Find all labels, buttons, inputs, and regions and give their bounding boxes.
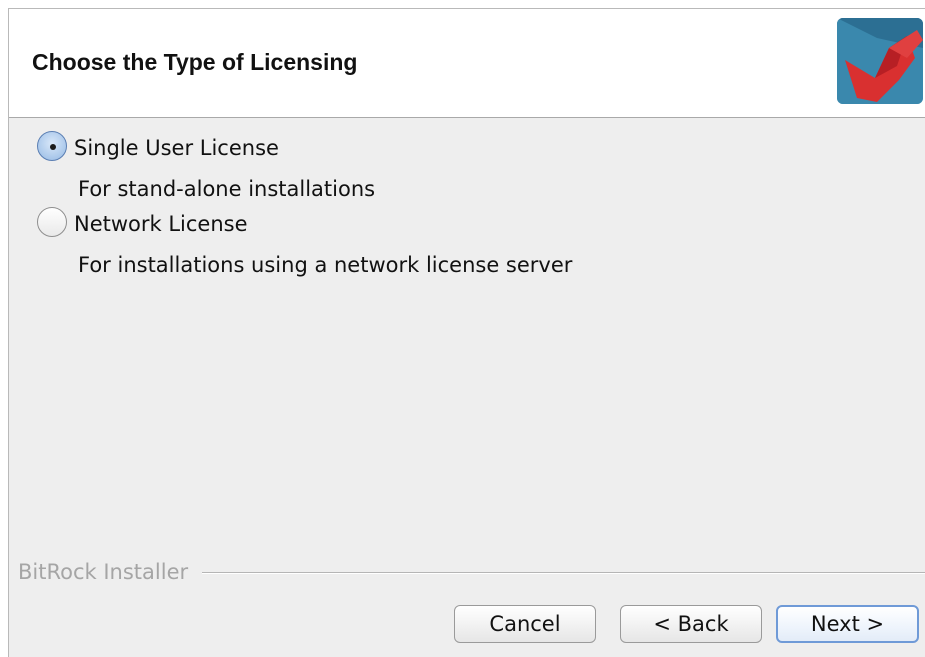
bitrock-logo-icon xyxy=(837,18,923,104)
network-radio[interactable] xyxy=(37,207,67,237)
next-button[interactable]: Next > xyxy=(776,605,919,643)
single-user-label[interactable]: Single User License xyxy=(74,136,279,160)
network-label[interactable]: Network License xyxy=(74,212,248,236)
page-title: Choose the Type of Licensing xyxy=(32,49,358,75)
cancel-button[interactable]: Cancel xyxy=(454,605,596,643)
option-network[interactable]: Network License xyxy=(37,203,437,241)
installer-brand-label: BitRock Installer xyxy=(18,560,189,584)
network-description: For installations using a network licens… xyxy=(78,253,573,277)
installer-window: Choose the Type of Licensing Single User… xyxy=(8,8,925,657)
header-panel: Choose the Type of Licensing xyxy=(9,9,925,118)
bitrock-logo-graphic xyxy=(837,18,923,104)
single-user-description: For stand-alone installations xyxy=(78,177,376,201)
back-button[interactable]: < Back xyxy=(620,605,762,643)
single-user-radio[interactable] xyxy=(37,131,67,161)
radio-selected-dot xyxy=(50,144,56,150)
footer-divider xyxy=(202,572,925,574)
